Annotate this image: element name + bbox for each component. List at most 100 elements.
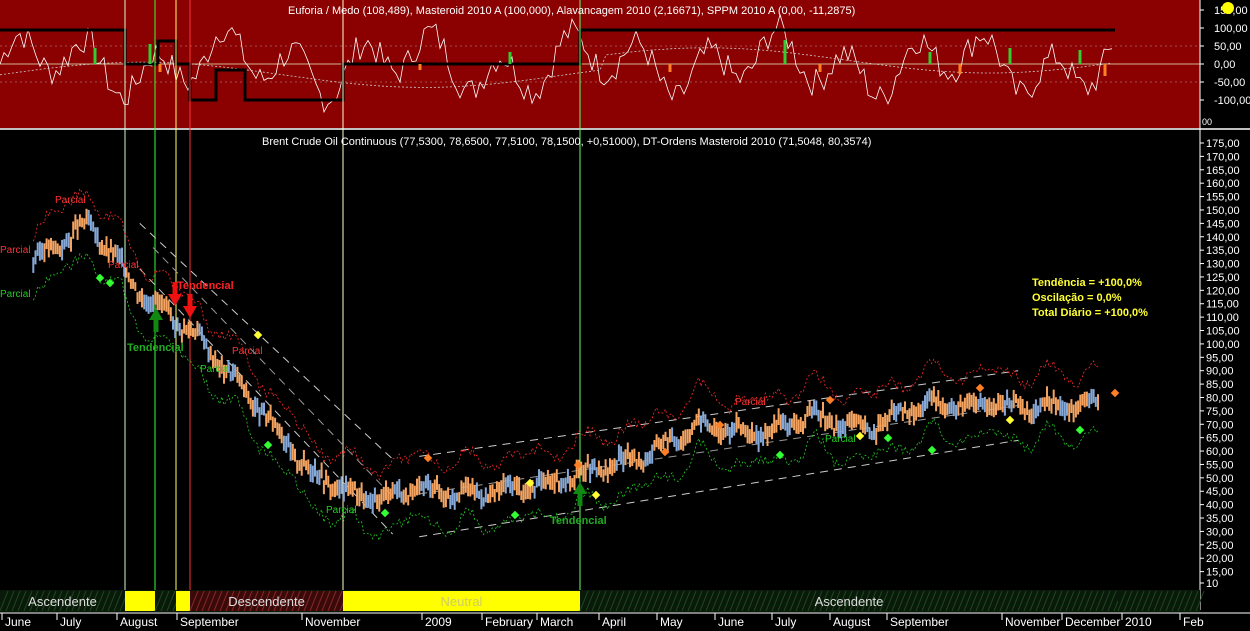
x-tick-label-16: 2010 <box>1125 615 1152 629</box>
close-icon[interactable] <box>1222 2 1234 14</box>
label-tendencial-green-2: Tendencial <box>550 515 607 527</box>
main-tick-label-21: 70,00 <box>1206 419 1234 431</box>
main-tick-label-32: 15,00 <box>1206 567 1234 579</box>
main-tick-label-18: 85,00 <box>1206 379 1234 391</box>
label-parcial-green-3: Parcial <box>326 505 357 516</box>
signal-marker-7 <box>927 445 937 455</box>
main-tick-label-16: 95,00 <box>1206 352 1234 364</box>
signal-marker-3 <box>380 508 390 518</box>
chart-window: 150,00 100,00 50,00 0,00 -50,00 -100,0000 Parc… <box>0 0 1250 631</box>
main-tick-label-22: 65,00 <box>1206 433 1234 445</box>
main-tick-label-10: 125,00 <box>1206 272 1240 284</box>
main-tick-label-33: 10 <box>1206 578 1218 590</box>
main-tick-label-4: 155,00 <box>1206 192 1240 204</box>
x-tick-label-5: 2009 <box>425 615 452 629</box>
main-tick-label-15: 100,00 <box>1206 339 1240 351</box>
x-tick-label-9: May <box>660 615 683 629</box>
summary-oscilacao: Oscilação = 0,0% <box>1032 292 1122 304</box>
x-tick-label-8: April <box>602 615 626 629</box>
signal-marker-14 <box>975 383 985 393</box>
label-parcial-red-3: Parcial <box>108 260 139 271</box>
main-tick-label-28: 35,00 <box>1206 513 1234 525</box>
indicator-tick-label-5: -100,00 <box>1214 95 1250 107</box>
signal-marker-6 <box>883 433 893 443</box>
main-tick-label-12: 115,00 <box>1206 299 1239 311</box>
label-parcial-green-1: Parcial <box>0 289 31 300</box>
main-tick-label-25: 50,00 <box>1206 473 1234 485</box>
indicator-tick-label-3: 0,00 <box>1214 59 1235 71</box>
x-tick-label-4: November <box>305 615 360 629</box>
arrow-buy-tendencial-1-shaft <box>153 320 159 332</box>
main-tick-label-8: 135,00 <box>1206 245 1240 257</box>
x-tick-label-0: June <box>5 615 31 629</box>
indicator-corner-label: 00 <box>1202 117 1212 127</box>
channel-ascending-upper <box>419 370 1019 457</box>
main-tick-label-26: 45,00 <box>1206 486 1234 498</box>
label-parcial-red-4: Parcial <box>232 346 263 357</box>
regime-label-0: Ascendente <box>28 594 97 609</box>
signal-marker-8 <box>1075 425 1085 435</box>
signal-marker-9 <box>423 453 433 463</box>
x-tick-label-14: November <box>1005 615 1060 629</box>
x-tick-label-17: Feb <box>1183 615 1204 629</box>
signal-marker-4 <box>510 510 520 520</box>
main-chart-title: Brent Crude Oil Continuous (77,5300, 78,… <box>262 136 872 148</box>
regime-label-4: Descendente <box>228 594 305 609</box>
main-tick-label-31: 20,00 <box>1206 553 1234 565</box>
signal-marker-17 <box>591 490 601 500</box>
indicator-tick-label-4: -50,00 <box>1214 77 1245 89</box>
main-tick-label-30: 25,00 <box>1206 540 1234 552</box>
regime-segment-1 <box>125 591 155 611</box>
main-tick-label-13: 110,00 <box>1206 312 1239 324</box>
label-parcial-red-1: Parcial <box>55 195 86 206</box>
label-parcial-red-2: Parcial <box>0 245 31 256</box>
main-tick-label-14: 105,00 <box>1206 326 1240 338</box>
indicator-tick-label-2: 50,00 <box>1214 41 1242 53</box>
main-tick-label-24: 55,00 <box>1206 459 1234 471</box>
main-tick-label-9: 130,00 <box>1206 259 1240 271</box>
regime-label-6: Ascendente <box>815 594 884 609</box>
summary-tendencia: Tendência = +100,0% <box>1032 277 1142 289</box>
main-tick-label-1: 170,00 <box>1206 151 1240 163</box>
signal-marker-2 <box>263 440 273 450</box>
x-tick-label-7: March <box>540 615 573 629</box>
arrow-buy-tendencial-2-shaft <box>577 494 583 506</box>
label-parcial-red-5: Parcial <box>735 397 766 408</box>
main-tick-label-17: 90,00 <box>1206 366 1234 378</box>
signal-marker-19 <box>1005 415 1015 425</box>
main-tick-label-3: 160,00 <box>1206 178 1240 190</box>
main-tick-label-11: 120,00 <box>1206 285 1240 297</box>
regime-segment-3 <box>176 591 190 611</box>
x-tick-label-10: June <box>718 615 744 629</box>
label-tendencial-red: Tendencial <box>177 280 234 292</box>
channel-ascending-lower <box>419 439 1019 538</box>
x-tick-label-2: August <box>120 615 158 629</box>
main-tick-label-27: 40,00 <box>1206 500 1234 512</box>
x-tick-label-6: February <box>485 615 533 629</box>
label-parcial-green-4: Parcial <box>825 434 856 445</box>
main-tick-label-29: 30,00 <box>1206 526 1234 538</box>
indicator-title: Euforia / Medo (108,489), Masteroid 2010… <box>288 5 856 17</box>
label-parcial-green-2: Parcial <box>200 364 231 375</box>
x-tick-label-3: September <box>180 615 239 629</box>
x-tick-label-11: July <box>775 615 796 629</box>
x-tick-label-13: September <box>890 615 949 629</box>
signal-marker-20 <box>253 330 263 340</box>
x-tick-label-1: July <box>60 615 81 629</box>
x-tick-label-15: December <box>1065 615 1120 629</box>
arrow-sell-small <box>168 294 182 306</box>
arrow-sell-tendencial <box>183 306 197 318</box>
signal-marker-13 <box>825 395 835 405</box>
main-tick-label-5: 150,00 <box>1206 205 1240 217</box>
main-tick-label-0: 175,00 <box>1206 138 1240 150</box>
x-tick-label-12: August <box>833 615 871 629</box>
label-tendencial-green-1: Tendencial <box>127 342 184 354</box>
main-tick-label-23: 60,00 <box>1206 446 1234 458</box>
signal-marker-18 <box>855 431 865 441</box>
arrow-sell-tendencial-shaft <box>187 294 193 306</box>
main-tick-label-7: 140,00 <box>1206 232 1240 244</box>
signal-marker-15 <box>1110 388 1120 398</box>
signal-marker-1 <box>95 273 105 283</box>
channel-descending-lower <box>139 268 393 535</box>
regime-label-5: Neutral <box>441 594 483 609</box>
